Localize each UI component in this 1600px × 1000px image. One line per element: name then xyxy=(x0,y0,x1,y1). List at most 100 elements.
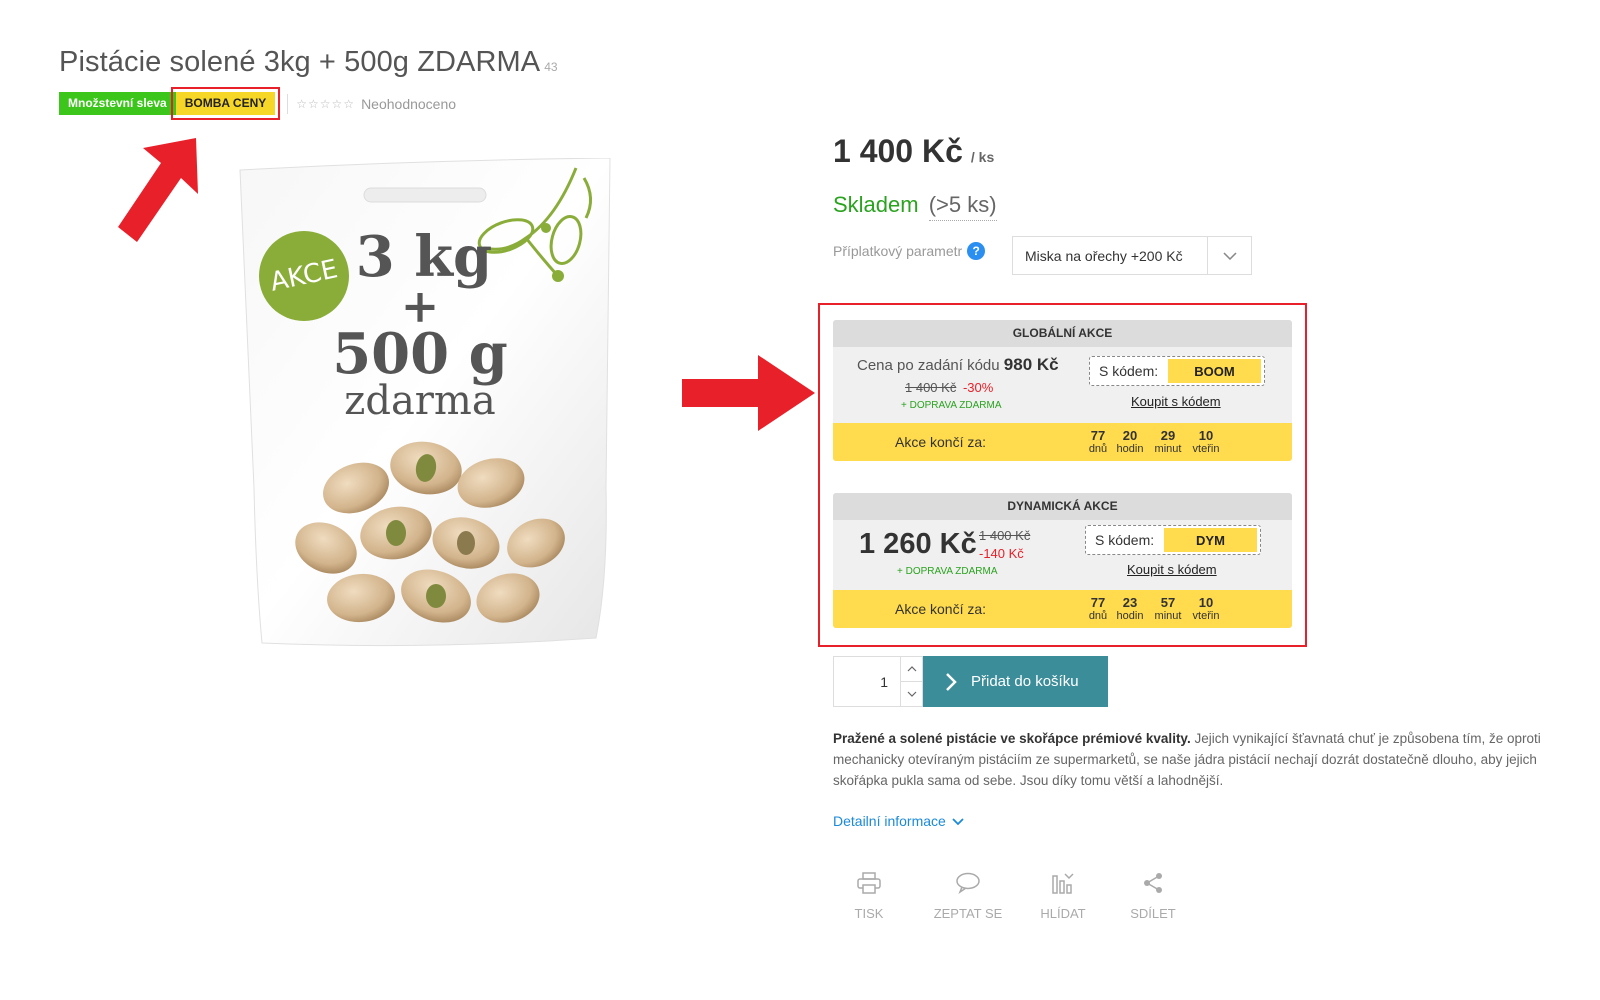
countdown-days-num: 77 xyxy=(1090,595,1106,610)
flag-bomba-ceny: BOMBA CENY xyxy=(170,87,281,120)
stock-status: Skladem xyxy=(833,192,919,217)
chevron-up-icon[interactable] xyxy=(901,657,922,681)
product-description: Pražené a solené pistácie ve skořápce pr… xyxy=(833,728,1563,791)
product-actions: TISK ZEPTAT SE HLÍDAT SDÍLET xyxy=(833,872,1189,921)
red-arrow-up-icon xyxy=(118,138,198,242)
action-share[interactable]: SDÍLET xyxy=(1117,872,1189,921)
param-label: Příplatkový parametr xyxy=(833,243,963,259)
countdown-seconds-unit: vteřin xyxy=(1192,610,1220,622)
product-title-row: Pistácie solené 3kg + 500g ZDARMA 43 xyxy=(59,46,558,79)
stock-quantity[interactable]: (>5 ks) xyxy=(928,192,997,221)
chevron-down-icon xyxy=(952,818,964,826)
pistachio-bag-illustration: AKCE 3 kg + 500 g zdarma xyxy=(239,157,611,647)
countdown-seconds-num: 10 xyxy=(1198,428,1214,443)
chevron-right-icon xyxy=(946,672,957,691)
dynamic-promo-shipping: + DOPRAVA ZDARMA xyxy=(897,566,998,577)
global-promo-price-line: Cena po zadání kódu 980 Kč xyxy=(857,355,1059,375)
quantity-input[interactable]: 1 xyxy=(834,657,900,706)
countdown-days-unit: dnů xyxy=(1088,610,1108,622)
dynamic-promo-price: 1 260 Kč xyxy=(859,528,977,560)
action-ask-label: ZEPTAT SE xyxy=(933,906,1003,921)
global-promo-code[interactable]: BOOM xyxy=(1168,359,1261,383)
detail-info-link[interactable]: Detailní informace xyxy=(833,813,964,829)
dynamic-promo-code[interactable]: DYM xyxy=(1164,528,1257,552)
dynamic-promo-card: DYNAMICKÁ AKCE 1 260 Kč 1 400 Kč -140 Kč… xyxy=(833,493,1292,628)
global-promo-card: GLOBÁLNÍ AKCE Cena po zadání kódu 980 Kč… xyxy=(833,320,1292,461)
param-select-value: Miska na ořechy +200 Kč xyxy=(1025,247,1183,264)
global-promo-body: Cena po zadání kódu 980 Kč 1 400 Kč -30%… xyxy=(833,347,1292,423)
share-icon xyxy=(1144,873,1162,893)
global-promo-shipping: + DOPRAVA ZDARMA xyxy=(901,400,1002,411)
image-line4: zdarma xyxy=(344,378,495,424)
surcharge-parameter: Příplatkový parametr ? Miska na ořechy +… xyxy=(833,236,1252,275)
countdown-seconds-unit: vteřin xyxy=(1192,443,1220,455)
description-bold: Pražené a solené pistácie ve skořápce pr… xyxy=(833,731,1191,746)
dynamic-promo-body: 1 260 Kč 1 400 Kč -140 Kč + DOPRAVA ZDAR… xyxy=(833,520,1292,590)
global-promo-buy-link[interactable]: Koupit s kódem xyxy=(1131,394,1221,409)
countdown-label: Akce končí za: xyxy=(895,434,987,450)
global-promo-countdown: Akce končí za: 77 dnů 20 hodin 29 minut … xyxy=(833,423,1292,461)
global-promo-code-box[interactable]: S kódem: BOOM xyxy=(1089,356,1265,386)
quantity-steps xyxy=(900,657,922,706)
action-print-label: TISK xyxy=(854,906,884,921)
countdown-days: 77 dnů xyxy=(1087,595,1109,623)
detail-info-label: Detailní informace xyxy=(833,813,946,829)
action-watch-label: HLÍDAT xyxy=(1040,906,1086,921)
countdown-hours-unit: hodin xyxy=(1116,443,1144,455)
countdown-seconds: 10 vteřin xyxy=(1188,428,1224,456)
action-print[interactable]: TISK xyxy=(833,872,905,921)
chevron-down-icon[interactable] xyxy=(1207,237,1251,274)
countdown-days-unit: dnů xyxy=(1088,443,1108,455)
countdown-hours: 20 hodin xyxy=(1113,428,1147,456)
red-arrow-right-icon xyxy=(682,355,815,431)
dynamic-promo-buy-link[interactable]: Koupit s kódem xyxy=(1127,562,1217,577)
global-promo-old-price-line: 1 400 Kč -30% xyxy=(905,380,993,395)
countdown-hours: 23 hodin xyxy=(1113,595,1147,623)
countdown-hours-num: 23 xyxy=(1122,595,1138,610)
dynamic-promo-code-box[interactable]: S kódem: DYM xyxy=(1085,525,1261,555)
action-watch[interactable]: HLÍDAT xyxy=(1027,872,1099,921)
countdown-minutes-unit: minut xyxy=(1154,443,1182,455)
action-ask[interactable]: ZEPTAT SE xyxy=(922,872,1014,921)
rating-text: Neohodnoceno xyxy=(361,95,457,112)
flag-quantity-discount: Množstevní sleva xyxy=(59,92,176,115)
rating-stars-icon[interactable]: ☆☆☆☆☆ xyxy=(296,97,355,111)
global-promo-discount: -30% xyxy=(962,380,994,395)
countdown-minutes-unit: minut xyxy=(1154,610,1182,622)
countdown-label: Akce končí za: xyxy=(895,601,987,617)
global-promo-price: 980 Kč xyxy=(1003,355,1059,374)
product-price: 1 400 Kč xyxy=(833,133,963,169)
help-icon[interactable]: ? xyxy=(967,242,986,260)
dynamic-promo-heading: DYNAMICKÁ AKCE xyxy=(833,493,1292,520)
global-promo-heading: GLOBÁLNÍ AKCE xyxy=(833,320,1292,347)
countdown-minutes-num: 29 xyxy=(1160,428,1176,443)
watchdog-chart-icon xyxy=(1052,873,1074,894)
dynamic-promo-code-label: S kódem: xyxy=(1095,532,1155,548)
flag-separator xyxy=(287,93,289,114)
stock-info: Skladem (>5 ks) xyxy=(833,192,997,221)
countdown-minutes: 29 minut xyxy=(1151,428,1185,456)
countdown-minutes: 57 minut xyxy=(1151,595,1185,623)
global-promo-price-prefix: Cena po zadání kódu xyxy=(857,357,1000,374)
global-promo-code-label: S kódem: xyxy=(1099,363,1159,379)
dynamic-promo-discount: -140 Kč xyxy=(979,546,1024,561)
add-to-cart-button[interactable]: Přidat do košíku xyxy=(923,656,1108,707)
countdown-minutes-num: 57 xyxy=(1160,595,1176,610)
countdown-hours-num: 20 xyxy=(1122,428,1138,443)
quantity-stepper[interactable]: 1 xyxy=(833,656,923,707)
global-promo-old-price: 1 400 Kč xyxy=(905,380,957,395)
product-title: Pistácie solené 3kg + 500g ZDARMA xyxy=(59,46,541,78)
countdown-seconds: 10 vteřin xyxy=(1188,595,1224,623)
dynamic-promo-old-price: 1 400 Kč xyxy=(979,528,1031,543)
product-code: 43 xyxy=(544,60,558,74)
countdown-days: 77 dnů xyxy=(1087,428,1109,456)
chevron-down-icon[interactable] xyxy=(901,681,922,706)
product-image[interactable]: AKCE 3 kg + 500 g zdarma xyxy=(236,157,614,656)
print-icon xyxy=(857,872,881,894)
chat-bubble-icon xyxy=(956,872,980,894)
countdown-seconds-num: 10 xyxy=(1198,595,1214,610)
add-to-cart-label: Přidat do košíku xyxy=(971,673,1079,690)
countdown-hours-unit: hodin xyxy=(1116,610,1144,622)
param-select[interactable]: Miska na ořechy +200 Kč xyxy=(1012,236,1252,275)
price-block: 1 400 Kč / ks xyxy=(833,133,994,170)
